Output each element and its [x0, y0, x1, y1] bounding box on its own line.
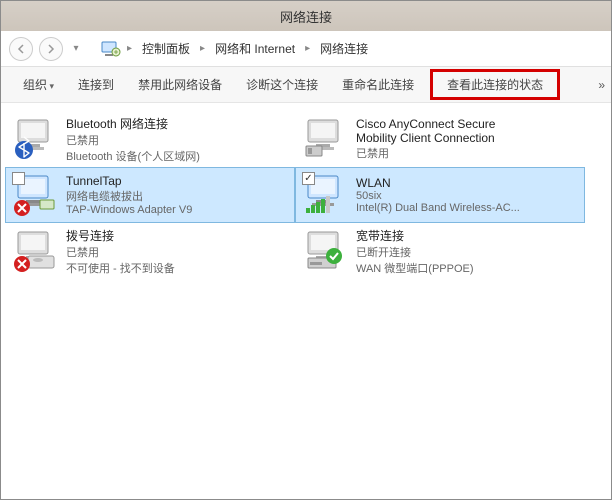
connection-device: Bluetooth 设备(个人区域网) — [66, 148, 288, 164]
connection-text: 拨号连接已禁用不可使用 - 找不到设备 — [66, 227, 288, 276]
selection-checkbox[interactable] — [12, 172, 25, 185]
connection-status: 已禁用 — [66, 244, 288, 260]
connection-item[interactable]: Bluetooth 网络连接已禁用Bluetooth 设备(个人区域网) — [5, 111, 295, 167]
connection-device: 不可使用 - 找不到设备 — [66, 260, 288, 276]
chevron-right-icon: ▸ — [198, 43, 207, 54]
address-bar[interactable]: ▸ 控制面板 ▸ 网络和 Internet ▸ 网络连接 — [101, 38, 372, 59]
connection-item[interactable]: 拨号连接已禁用不可使用 - 找不到设备 — [5, 223, 295, 279]
connection-status: 已断开连接 — [356, 244, 578, 260]
tap-unplugged-icon — [12, 172, 58, 218]
connection-text: 宽带连接已断开连接WAN 微型端口(PPPOE) — [356, 227, 578, 276]
connection-device: Intel(R) Dual Band Wireless-AC... — [356, 202, 578, 214]
control-panel-icon — [101, 40, 121, 58]
nav-bar: ▾ ▸ 控制面板 ▸ 网络和 Internet ▸ 网络连接 — [1, 31, 611, 67]
chevron-right-icon: ▸ — [303, 43, 312, 54]
organize-button[interactable]: 组织 — [11, 70, 66, 99]
wlan-icon: ✓ — [302, 172, 348, 218]
view-status-button[interactable]: 查看此连接的状态 — [430, 69, 560, 100]
command-bar: 组织 连接到 禁用此网络设备 诊断这个连接 重命名此连接 查看此连接的状态 » — [1, 67, 611, 103]
connection-name: Cisco AnyConnect Secure — [356, 117, 578, 131]
connection-text: Cisco AnyConnect SecureMobility Client C… — [356, 117, 578, 161]
breadcrumb-network-connections[interactable]: 网络连接 — [316, 38, 372, 59]
connection-name: 宽带连接 — [356, 227, 578, 244]
connection-text: WLAN50sixIntel(R) Dual Band Wireless-AC.… — [356, 176, 578, 214]
back-button[interactable] — [9, 37, 33, 61]
selection-checkbox[interactable]: ✓ — [302, 172, 315, 185]
connection-status: 已禁用 — [66, 132, 288, 148]
connection-name: WLAN — [356, 176, 578, 190]
connection-device: TAP-Windows Adapter V9 — [66, 204, 288, 216]
connection-item[interactable]: ✓ WLAN50sixIntel(R) Dual Band Wireless-AC… — [295, 167, 585, 223]
broadband-icon — [302, 228, 348, 274]
dialup-disabled-icon — [12, 228, 58, 274]
connection-device: WAN 微型端口(PPPOE) — [356, 260, 578, 276]
history-dropdown[interactable]: ▾ — [69, 38, 83, 60]
connections-list: Bluetooth 网络连接已禁用Bluetooth 设备(个人区域网)Cisc… — [1, 103, 611, 287]
forward-button[interactable] — [39, 37, 63, 61]
connection-item[interactable]: Cisco AnyConnect SecureMobility Client C… — [295, 111, 585, 167]
connection-name: 拨号连接 — [66, 227, 288, 244]
vpn-disabled-icon — [302, 116, 348, 162]
connection-item[interactable]: TunnelTap网络电缆被拔出TAP-Windows Adapter V9 — [5, 167, 295, 223]
breadcrumb-network-internet[interactable]: 网络和 Internet — [211, 38, 299, 59]
bluetooth-icon — [12, 116, 58, 162]
chevron-right-icon: ▸ — [125, 43, 134, 54]
window-titlebar: 网络连接 — [1, 1, 611, 31]
connection-item[interactable]: 宽带连接已断开连接WAN 微型端口(PPPOE) — [295, 223, 585, 279]
breadcrumb-control-panel[interactable]: 控制面板 — [138, 38, 194, 59]
window-title: 网络连接 — [280, 7, 332, 26]
connection-name: Mobility Client Connection — [356, 131, 578, 145]
diagnose-button[interactable]: 诊断这个连接 — [234, 70, 330, 99]
connection-status: 已禁用 — [356, 145, 578, 161]
more-commands-button[interactable]: » — [598, 78, 605, 92]
connection-text: TunnelTap网络电缆被拔出TAP-Windows Adapter V9 — [66, 174, 288, 216]
connect-to-button[interactable]: 连接到 — [66, 70, 126, 99]
connection-name: Bluetooth 网络连接 — [66, 115, 288, 132]
connection-name: TunnelTap — [66, 174, 288, 188]
connection-status: 网络电缆被拔出 — [66, 188, 288, 204]
connection-text: Bluetooth 网络连接已禁用Bluetooth 设备(个人区域网) — [66, 115, 288, 164]
disable-device-button[interactable]: 禁用此网络设备 — [126, 70, 234, 99]
connection-status: 50six — [356, 190, 578, 202]
rename-button[interactable]: 重命名此连接 — [330, 70, 426, 99]
